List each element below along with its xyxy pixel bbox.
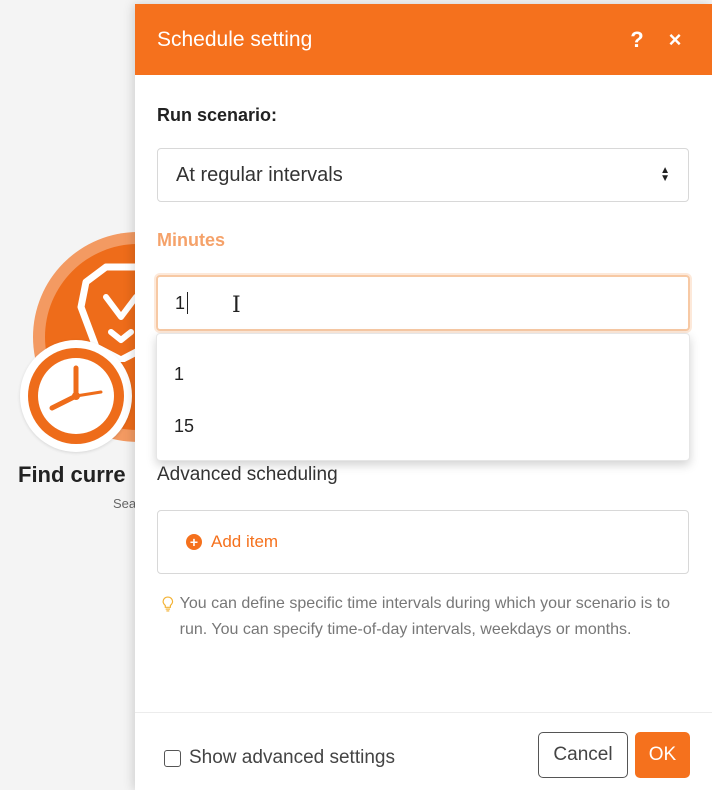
ok-button[interactable]: OK — [635, 732, 690, 778]
suggestion-option[interactable]: 15 — [157, 400, 689, 452]
minutes-input[interactable]: 1 I — [156, 275, 690, 331]
add-item-button[interactable]: + Add item — [186, 532, 278, 552]
schedule-clock-badge[interactable] — [20, 340, 132, 452]
minutes-label: Minutes — [157, 230, 226, 250]
ibeam-cursor-icon: I — [232, 293, 241, 318]
module-subtitle: Sea — [113, 496, 137, 511]
add-item-label: Add item — [211, 532, 279, 551]
lightbulb-icon — [162, 596, 174, 612]
show-advanced-settings-label: Show advanced settings — [189, 747, 395, 768]
minutes-suggestions-dropdown: 1 15 — [156, 333, 690, 461]
advanced-scheduling-box: + Add item — [157, 510, 689, 574]
dialog-footer: Show advanced settings Cancel OK — [135, 712, 712, 790]
text-caret — [187, 292, 189, 314]
minutes-input-value: 1 — [175, 292, 186, 313]
show-advanced-settings-toggle[interactable]: Show advanced settings — [164, 747, 395, 769]
plus-circle-icon: + — [186, 534, 202, 550]
hint: You can define specific time intervals d… — [162, 591, 682, 643]
clock-icon — [28, 348, 124, 444]
hint-text: You can define specific time intervals d… — [179, 595, 670, 638]
show-advanced-settings-checkbox[interactable] — [164, 749, 181, 767]
suggestion-option[interactable]: 1 — [157, 348, 689, 400]
module-title: Find curre — [18, 462, 126, 487]
cancel-button[interactable]: Cancel — [538, 732, 628, 778]
advanced-scheduling-label: Advanced scheduling — [157, 464, 338, 485]
